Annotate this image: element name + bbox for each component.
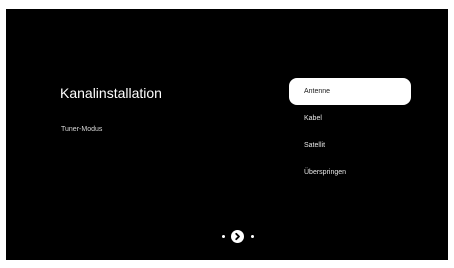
- option-label: Antenne: [304, 88, 331, 95]
- option-label: Kabel: [304, 115, 322, 122]
- option-kabel[interactable]: Kabel: [289, 105, 411, 132]
- tuner-mode-options: Antenne Kabel Satellit Überspringen: [289, 78, 411, 186]
- tv-setup-screen: Kanalinstallation Tuner-Modus Antenne Ka…: [6, 9, 448, 260]
- chevron-right-icon: [235, 232, 240, 241]
- option-label: Satellit: [304, 142, 326, 149]
- page-subtitle: Tuner-Modus: [61, 126, 103, 133]
- page-navigation: [219, 230, 259, 243]
- pager-dot-left: [222, 235, 225, 238]
- option-ueberspringen[interactable]: Überspringen: [289, 159, 411, 186]
- option-label: Überspringen: [304, 169, 347, 176]
- pager-dot-right: [251, 235, 254, 238]
- page-title: Kanalinstallation: [60, 85, 162, 101]
- option-antenne[interactable]: Antenne: [289, 78, 411, 105]
- option-satellit[interactable]: Satellit: [289, 132, 411, 159]
- next-button[interactable]: [231, 230, 244, 243]
